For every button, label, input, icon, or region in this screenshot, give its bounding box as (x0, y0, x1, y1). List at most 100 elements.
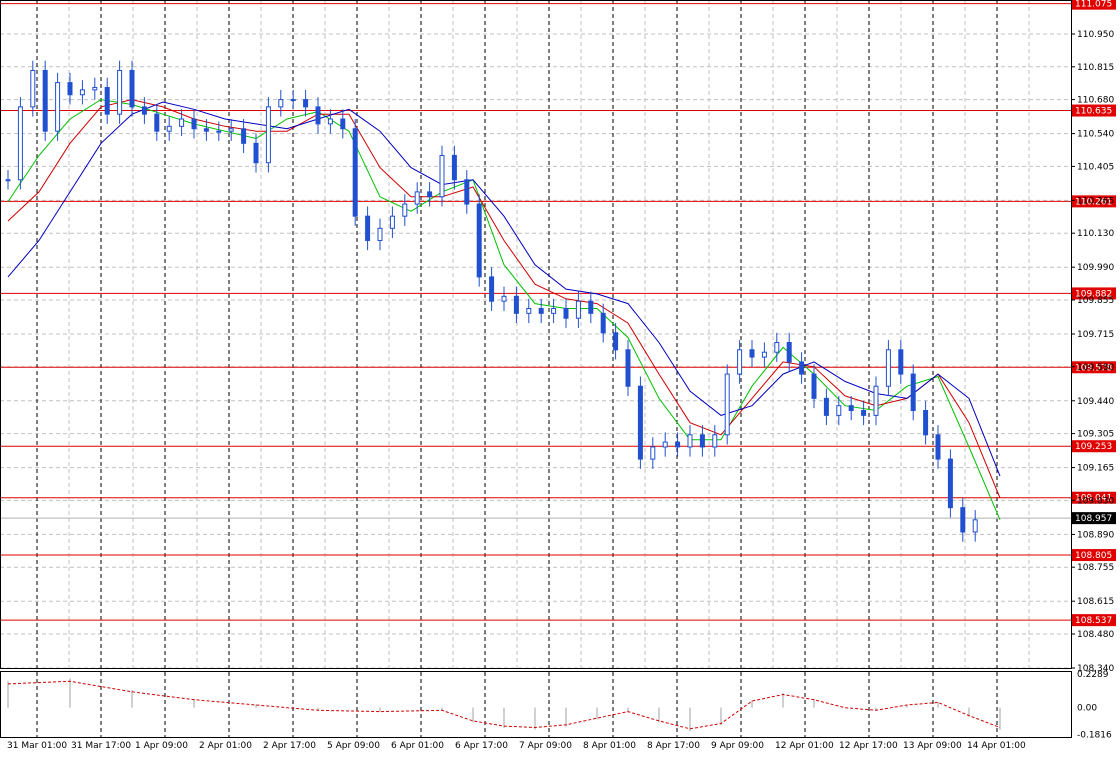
candle-body (960, 507, 966, 533)
level-label: 110.635 (1075, 107, 1112, 117)
x-tick-label: 31 Mar 01:00 (7, 741, 67, 751)
candle-body (563, 307, 569, 319)
candle-body (650, 446, 656, 460)
candle-body (799, 361, 805, 375)
candle-body (117, 69, 123, 115)
candle-body (476, 203, 482, 278)
candle-body (972, 519, 978, 533)
y-tick-label: 110.540 (1077, 130, 1114, 140)
forex-chart[interactable]: 111.075 110.635 110.261 109.882 109.578 109.2… (0, 0, 1120, 758)
candle-body (513, 295, 519, 314)
candle-body (203, 128, 209, 132)
x-tick-label: 2 Apr 01:00 (199, 741, 252, 751)
candle-body (786, 342, 792, 363)
y-tick-label: 109.855 (1077, 296, 1114, 306)
candle-body (774, 342, 780, 353)
y-tick-label: 109.165 (1077, 464, 1114, 474)
x-tick-label: 6 Apr 01:00 (391, 741, 444, 751)
candle-body (253, 142, 259, 164)
x-tick-label: 5 Apr 09:00 (327, 741, 380, 751)
candle-body (836, 405, 842, 416)
candle-body (637, 385, 643, 460)
candle-body (464, 179, 470, 205)
x-tick-label: 9 Apr 09:00 (711, 741, 764, 751)
x-tick-label: 2 Apr 17:00 (263, 741, 316, 751)
y-tick-label: 109.580 (1077, 363, 1114, 373)
candle-body (241, 128, 247, 144)
candle-body (402, 203, 408, 217)
candle-body (625, 349, 631, 387)
candle-body (327, 118, 333, 125)
candle-body (910, 373, 916, 412)
current-price-label: 108.957 (1075, 514, 1112, 524)
candle-body (885, 349, 891, 387)
y-tick-label: 110.950 (1077, 30, 1114, 40)
candle-body (228, 128, 234, 132)
x-tick-label: 8 Apr 01:00 (583, 741, 636, 751)
level-label: 109.253 (1075, 442, 1112, 452)
candle-body (179, 118, 185, 127)
candle-body (935, 434, 941, 460)
y-tick-label: 109.305 (1077, 430, 1114, 440)
osc-tick-label: -0.1816 (1077, 730, 1112, 740)
candle-body (823, 397, 829, 416)
candle-body (389, 215, 395, 229)
candle-body (761, 351, 767, 358)
candle-body (687, 434, 693, 448)
y-tick-label: 110.265 (1077, 196, 1114, 206)
candle-body (42, 69, 48, 132)
candle-body (79, 89, 85, 96)
candle-body (141, 106, 147, 115)
candle-body (377, 227, 383, 241)
x-tick-label: 12 Apr 17:00 (839, 741, 898, 751)
candle-body (278, 99, 284, 108)
y-tick-label: 109.440 (1077, 397, 1114, 407)
candle-body (898, 349, 904, 375)
candle-body (600, 312, 606, 334)
candle-body (501, 295, 507, 302)
candle-body (712, 434, 718, 448)
candle-body (92, 86, 98, 91)
candle-body (55, 82, 61, 132)
candle-body (340, 118, 346, 130)
candle-body (923, 410, 929, 436)
y-tick-label: 109.990 (1077, 263, 1114, 273)
candle-body (30, 69, 36, 108)
candle-body (315, 106, 321, 125)
candle-body (873, 385, 879, 416)
candle-body (724, 373, 730, 436)
candle-body (675, 441, 681, 448)
candle-body (451, 154, 457, 181)
candle-body (17, 106, 23, 181)
x-tick-label: 7 Apr 09:00 (519, 741, 572, 751)
candle-body (538, 307, 544, 314)
candle-body (526, 307, 532, 314)
candle-body (811, 373, 817, 399)
candle-body (439, 154, 445, 198)
candle-body (947, 458, 953, 509)
y-tick-label: 110.405 (1077, 162, 1114, 172)
candle-body (848, 405, 854, 412)
x-tick-label: 31 Mar 17:00 (71, 741, 131, 751)
candle-body (191, 118, 197, 130)
level-label: 111.075 (1075, 0, 1112, 10)
osc-tick-label: 0.00 (1077, 704, 1097, 714)
candle-body (365, 215, 371, 241)
y-tick-label: 108.890 (1077, 530, 1114, 540)
y-tick-label: 108.755 (1077, 563, 1114, 573)
y-tick-label: 110.680 (1077, 96, 1114, 106)
chart-canvas[interactable]: 111.075110.635110.261109.882109.578109.2… (0, 0, 1120, 758)
candle-body (699, 434, 705, 448)
candle-body (290, 99, 296, 102)
candle-body (265, 106, 271, 164)
candle-body (575, 300, 581, 319)
y-tick-label: 110.815 (1077, 63, 1114, 73)
x-tick-label: 6 Apr 17:00 (455, 741, 508, 751)
candle-body (5, 179, 11, 182)
y-tick-label: 110.130 (1077, 229, 1114, 239)
candle-body (427, 191, 433, 198)
chart-background (0, 0, 1120, 758)
y-tick-label: 109.030 (1077, 496, 1114, 506)
candle-body (737, 349, 743, 375)
level-label: 108.537 (1075, 616, 1112, 626)
